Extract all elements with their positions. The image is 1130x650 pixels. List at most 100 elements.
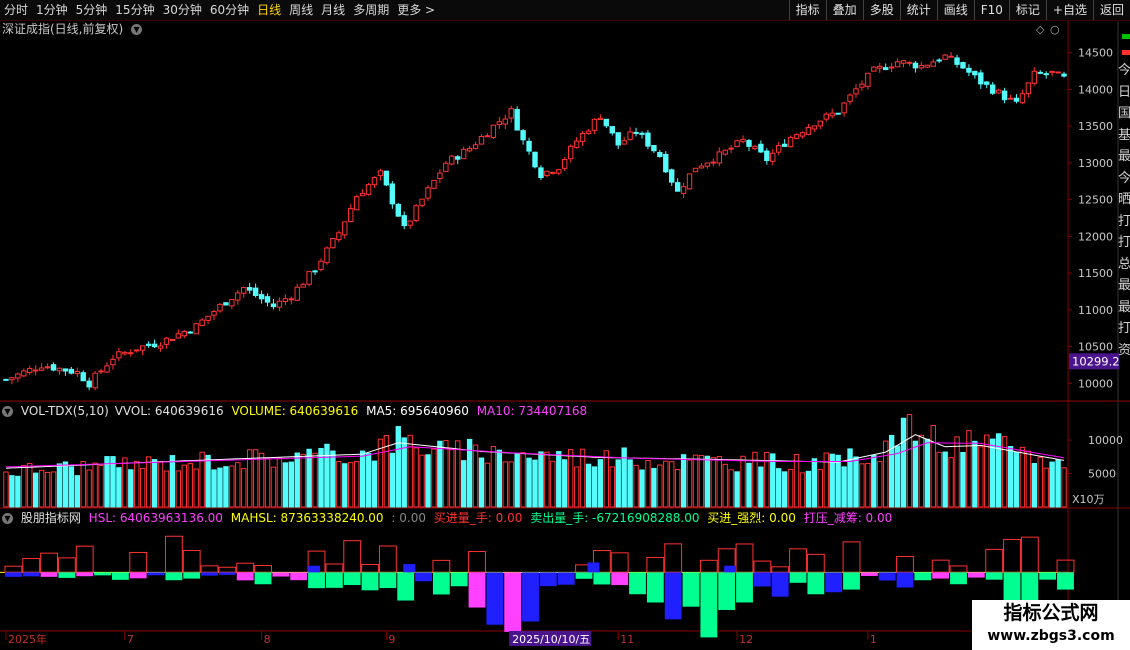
candle-body <box>948 55 954 58</box>
toolbar-button-5[interactable]: F10 <box>973 0 1009 20</box>
toolbar-button-8[interactable]: 返回 <box>1092 0 1130 20</box>
buy-volume-bar <box>343 540 362 573</box>
volume-bar <box>27 463 33 508</box>
volume-bar <box>1007 446 1014 508</box>
candle-body <box>443 162 449 172</box>
candle-body <box>1001 90 1008 101</box>
candle-body <box>859 83 865 88</box>
toolbar-button-4[interactable]: 画线 <box>936 0 974 20</box>
candle-body <box>674 182 681 192</box>
volume-bar <box>698 455 705 508</box>
sell-volume-bar <box>878 572 896 581</box>
volume-bar <box>455 440 461 508</box>
side-info-char: 最 <box>1118 278 1130 293</box>
sell-volume-bar <box>664 572 682 620</box>
volume-bar <box>853 456 859 508</box>
volume-bar <box>98 464 104 508</box>
volume-bar <box>657 464 663 508</box>
y-tick-label: 11000 <box>1078 304 1113 317</box>
strong-buy-bar <box>724 565 737 573</box>
candle-body <box>829 112 835 117</box>
indicator-name[interactable]: 股朋指标网 <box>21 511 81 525</box>
volume-bar <box>425 454 431 508</box>
x-tick-label: 11 <box>620 633 634 646</box>
vvol-value: VVOL: 640639616 <box>114 404 224 418</box>
candle-body <box>169 338 176 341</box>
candle-body <box>229 299 235 307</box>
toolbar-button-6[interactable]: 标记 <box>1008 0 1046 20</box>
toolbar-button-7[interactable]: +自选 <box>1045 0 1093 20</box>
candle-body <box>692 167 699 173</box>
side-info-char: 日 <box>1118 84 1130 100</box>
volume-bar <box>229 465 235 508</box>
period-tab-0[interactable]: 分时 <box>0 0 32 20</box>
side-info-char: 国 <box>1118 106 1130 121</box>
candle-body <box>460 148 467 160</box>
candle-body <box>835 112 841 115</box>
candle-body <box>401 215 407 227</box>
chevron-down-icon[interactable]: ▼ <box>2 406 13 417</box>
volume-value: VOLUME: 640639616 <box>231 404 359 418</box>
candle-body <box>252 287 259 296</box>
buy-volume-bar <box>22 557 41 573</box>
candle-body <box>562 159 568 169</box>
volume-bar <box>817 469 824 508</box>
y-tick-label: 13000 <box>1078 157 1113 170</box>
candle-body <box>205 315 211 321</box>
toolbar-button-1[interactable]: 叠加 <box>825 0 863 20</box>
volume-bar <box>413 447 419 508</box>
candle-body <box>556 169 562 174</box>
sell-volume-bar <box>843 572 860 590</box>
candle-body <box>805 126 812 135</box>
toolbar-button-3[interactable]: 统计 <box>899 0 937 20</box>
period-tab-7[interactable]: 周线 <box>285 0 317 20</box>
period-tab-6[interactable]: 日线 <box>253 0 285 20</box>
period-tab-4[interactable]: 30分钟 <box>159 0 206 20</box>
candle-body <box>324 247 330 264</box>
volume-bar <box>157 461 164 508</box>
toolbar-button-2[interactable]: 多股 <box>862 0 900 20</box>
candle-body <box>437 172 443 180</box>
sell-volume-bar <box>236 572 254 581</box>
sell-volume-bar <box>539 572 557 587</box>
period-tab-10[interactable]: 更多 > <box>393 0 439 20</box>
period-tab-2[interactable]: 5分钟 <box>72 0 112 20</box>
side-info-char: 晒 <box>1118 192 1130 207</box>
candle-body <box>270 303 277 308</box>
candle-body <box>627 131 633 140</box>
side-info-char: 打 <box>1118 321 1130 336</box>
period-tab-8[interactable]: 月线 <box>317 0 349 20</box>
volume-bar <box>740 455 746 508</box>
buy-volume-bar <box>236 562 255 573</box>
sell-volume-bar <box>486 572 504 625</box>
toolbar-button-0[interactable]: 指标 <box>788 0 826 20</box>
candle-body <box>758 143 764 153</box>
candle-body <box>86 380 92 388</box>
period-tab-3[interactable]: 15分钟 <box>111 0 158 20</box>
sell-volume-bar <box>129 572 147 579</box>
legend-green-icon <box>1122 34 1130 39</box>
chevron-down-icon[interactable]: ▼ <box>131 24 143 35</box>
buy-volume-bar <box>985 548 1004 573</box>
period-tab-1[interactable]: 1分钟 <box>32 0 72 20</box>
volume-bar <box>3 471 9 508</box>
volume-bar <box>841 466 847 508</box>
volume-bar <box>145 456 152 508</box>
period-tab-5[interactable]: 60分钟 <box>206 0 253 20</box>
chevron-down-icon[interactable]: ▼ <box>2 513 13 524</box>
candle-body <box>811 125 818 130</box>
main-chart-title[interactable]: 深证成指(日线,前复权) <box>2 22 123 36</box>
period-tab-9[interactable]: 多周期 <box>349 0 393 20</box>
volume-indicator-name[interactable]: VOL-TDX(5,10) <box>21 404 109 418</box>
volume-bar <box>871 454 877 508</box>
sell-volume-bar <box>343 572 361 586</box>
candle-body <box>241 287 247 294</box>
buy-volume-bar <box>699 559 718 573</box>
candle-body <box>122 351 128 355</box>
watermark-url: www.zbgs3.com <box>987 628 1115 644</box>
candle-body <box>972 70 978 76</box>
buy-volume-bar <box>646 556 665 573</box>
candle-body <box>312 270 318 273</box>
volume-bar <box>793 453 800 508</box>
candle-body <box>573 140 580 148</box>
